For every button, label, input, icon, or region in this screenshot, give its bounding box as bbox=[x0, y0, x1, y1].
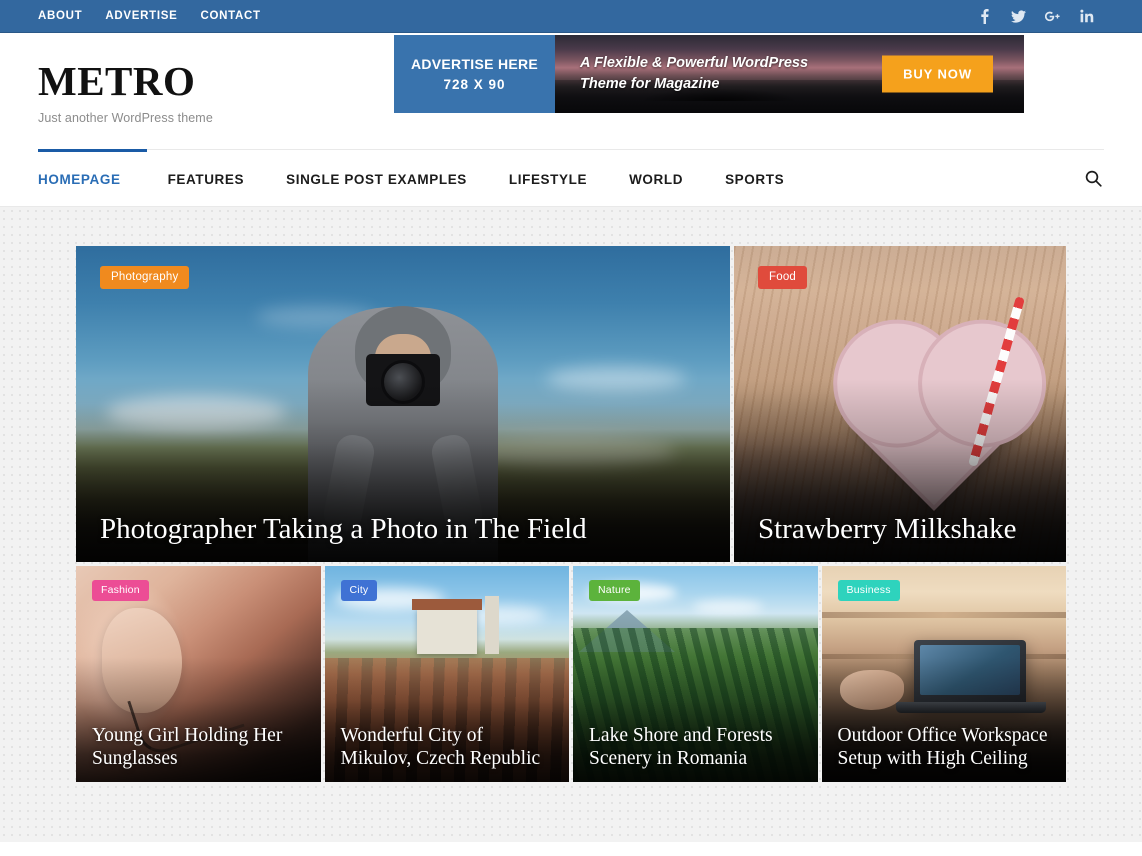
category-badge-photography[interactable]: Photography bbox=[100, 266, 190, 289]
buy-now-button[interactable]: BUY NOW bbox=[882, 55, 993, 93]
search-icon[interactable] bbox=[1085, 150, 1104, 206]
site-header: METRO Just another WordPress theme ADVER… bbox=[0, 33, 1142, 149]
featured-card-photography[interactable]: Photography Photographer Taking a Photo … bbox=[76, 246, 730, 562]
site-tagline: Just another WordPress theme bbox=[38, 111, 213, 125]
category-badge-fashion[interactable]: Fashion bbox=[92, 580, 149, 601]
nav-item-homepage[interactable]: HOMEPAGE bbox=[38, 149, 147, 206]
category-badge-business[interactable]: Business bbox=[837, 580, 900, 601]
featured-top-row: Photography Photographer Taking a Photo … bbox=[76, 246, 1066, 562]
featured-card-city[interactable]: City Wonderful City of Mikulov, Czech Re… bbox=[324, 566, 569, 782]
ad-placeholder-block: ADVERTISE HERE 728 X 90 bbox=[394, 35, 555, 113]
category-badge-city[interactable]: City bbox=[340, 580, 378, 601]
topbar-link-advertise[interactable]: ADVERTISE bbox=[105, 0, 200, 33]
featured-card-business[interactable]: Business Outdoor Office Workspace Setup … bbox=[821, 566, 1066, 782]
content-area: Photography Photographer Taking a Photo … bbox=[0, 207, 1142, 842]
featured-card-title[interactable]: Outdoor Office Workspace Setup with High… bbox=[838, 725, 1053, 771]
featured-card-nature[interactable]: Nature Lake Shore and Forests Scenery in… bbox=[573, 566, 818, 782]
social-links bbox=[977, 7, 1104, 25]
featured-card-title[interactable]: Strawberry Milkshake bbox=[758, 513, 1042, 545]
main-navigation: HOMEPAGE FEATURES SINGLE POST EXAMPLES L… bbox=[0, 149, 1142, 207]
nav-item-world[interactable]: WORLD bbox=[608, 149, 704, 206]
ad-creative[interactable]: A Flexible & Powerful WordPress Theme fo… bbox=[555, 35, 1024, 113]
featured-card-title[interactable]: Lake Shore and Forests Scenery in Romani… bbox=[589, 725, 804, 771]
nav-item-single-post-examples[interactable]: SINGLE POST EXAMPLES bbox=[265, 149, 488, 206]
category-badge-food[interactable]: Food bbox=[758, 266, 808, 289]
advertisement-banner[interactable]: ADVERTISE HERE 728 X 90 A Flexible & Pow… bbox=[394, 35, 1024, 113]
nav-item-sports[interactable]: SPORTS bbox=[704, 149, 805, 206]
twitter-icon[interactable] bbox=[1011, 7, 1026, 25]
featured-card-title[interactable]: Young Girl Holding Her Sunglasses bbox=[92, 725, 307, 771]
linkedin-icon[interactable] bbox=[1079, 7, 1094, 25]
nav-item-features[interactable]: FEATURES bbox=[147, 149, 266, 206]
site-title: METRO bbox=[38, 58, 196, 104]
featured-card-fashion[interactable]: Fashion Young Girl Holding Her Sunglasse… bbox=[76, 566, 321, 782]
ad-placeholder-size: 728 X 90 bbox=[443, 77, 506, 92]
featured-grid: Photography Photographer Taking a Photo … bbox=[76, 246, 1066, 782]
google-plus-icon[interactable] bbox=[1045, 7, 1060, 25]
featured-card-food[interactable]: Food Strawberry Milkshake bbox=[734, 246, 1066, 562]
page-root: ABOUT ADVERTISE CONTACT METRO Just anoth… bbox=[0, 0, 1142, 856]
facebook-icon[interactable] bbox=[977, 7, 992, 25]
ad-headline: A Flexible & Powerful WordPress Theme fo… bbox=[580, 54, 809, 92]
top-utility-bar: ABOUT ADVERTISE CONTACT bbox=[0, 0, 1142, 33]
topbar-link-contact[interactable]: CONTACT bbox=[201, 0, 284, 33]
ad-placeholder-title: ADVERTISE HERE bbox=[410, 56, 539, 72]
site-brand[interactable]: METRO Just another WordPress theme bbox=[38, 57, 213, 126]
featured-card-title[interactable]: Photographer Taking a Photo in The Field bbox=[100, 513, 706, 545]
category-badge-nature[interactable]: Nature bbox=[589, 580, 640, 601]
footer-spacer bbox=[0, 842, 1142, 856]
featured-card-title[interactable]: Wonderful City of Mikulov, Czech Republi… bbox=[341, 725, 556, 771]
top-utility-nav: ABOUT ADVERTISE CONTACT bbox=[38, 0, 284, 33]
featured-bottom-row: Fashion Young Girl Holding Her Sunglasse… bbox=[76, 566, 1066, 782]
topbar-link-about[interactable]: ABOUT bbox=[38, 0, 105, 33]
nav-item-lifestyle[interactable]: LIFESTYLE bbox=[488, 149, 608, 206]
